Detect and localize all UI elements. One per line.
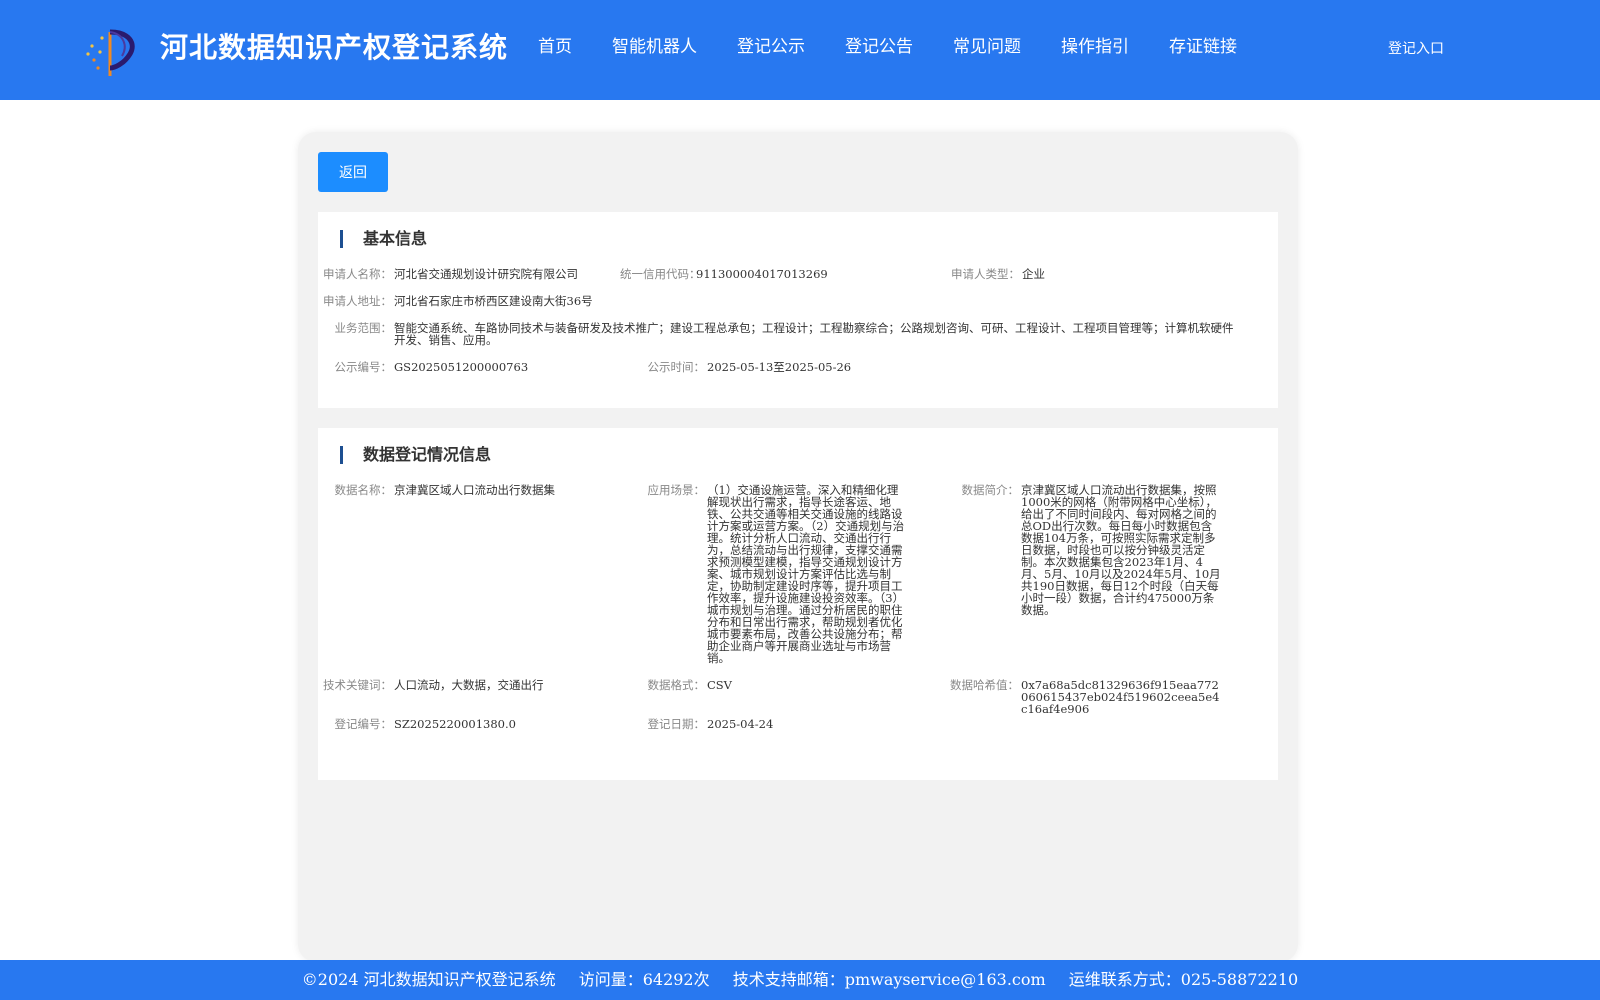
nav-faq[interactable]: 常见问题: [953, 36, 1021, 58]
back-button[interactable]: 返回: [318, 152, 388, 192]
registration-date-value: 2025-04-24: [707, 717, 774, 731]
address-label: 申请人地址：: [323, 294, 392, 308]
top-header: 河北数据知识产权登记系统 首页 智能机器人 登记公示 登记公告 常见问题 操作指…: [0, 0, 1600, 100]
logo-icon: [86, 29, 135, 76]
data-name-label: 数据名称：: [334, 483, 393, 497]
address-value: 河北省石家庄市桥西区建设南大街36号: [394, 294, 593, 308]
scrollbar[interactable]: [1592, 100, 1600, 900]
nav-publicity[interactable]: 登记公示: [737, 36, 805, 58]
footer-email: 技术支持邮箱：pmwayservice@163.com: [732, 970, 1046, 989]
registration-date-label: 登记日期：: [647, 717, 706, 731]
footer-phone: 运维联系方式：025-58872210: [1068, 970, 1299, 989]
publicity-time-value: 2025-05-13至2025-05-26: [707, 360, 852, 374]
data-format-label: 数据格式：: [647, 678, 706, 692]
nav-announcement[interactable]: 登记公告: [845, 36, 913, 58]
data-name-value: 京津冀区域人口流动出行数据集: [394, 483, 555, 497]
business-scope-value: 智能交通系统、车路协同技术与装备研发及技术推广；建设工程总承包；工程设计；工程勘…: [394, 321, 1234, 347]
publicity-no-value: GS2025051200000763: [394, 360, 529, 374]
registration-no-value: SZ2025220001380.0: [394, 717, 516, 731]
nav-guide[interactable]: 操作指引: [1061, 36, 1129, 58]
login-link[interactable]: 登记入口: [1388, 38, 1444, 58]
nav-home[interactable]: 首页: [538, 36, 572, 58]
data-hash-value: 0x7a68a5dc81329636f915eaa772060615437eb0…: [1021, 678, 1220, 716]
data-intro-value: 京津冀区域人口流动出行数据集，按照1000米的网格（附带网格中心坐标），给出了不…: [1021, 483, 1221, 617]
publicity-no-label: 公示编号：: [334, 360, 393, 374]
footer-visits: 访问量：64292次: [578, 970, 710, 989]
scenario-label: 应用场景：: [647, 483, 706, 497]
registration-info-title: 数据登记情况信息: [340, 446, 491, 464]
applicant-name-label: 申请人名称：: [323, 267, 392, 281]
data-hash-label: 数据哈希值：: [950, 678, 1019, 692]
credit-code-value: 91130000401701326​9: [696, 267, 828, 281]
registration-info-panel: 数据登记情况信息 数据名称： 京津冀区域人口流动出行数据集 应用场景： （1）交…: [318, 428, 1278, 780]
scenario-value: （1）交通设施运营。深入和精细化理解现状出行需求，指导长途客运、地铁、公共交通等…: [707, 483, 905, 665]
footer-copyright: ©2024 河北数据知识产权登记系统: [301, 970, 556, 989]
applicant-type-label: 申请人类型：: [951, 267, 1020, 281]
nav-robot[interactable]: 智能机器人: [612, 36, 697, 58]
keywords-value: 人口流动，大数据，交通出行: [394, 678, 544, 692]
publicity-time-label: 公示时间：: [647, 360, 706, 374]
site-title: 河北数据知识产权登记系统: [160, 31, 509, 64]
applicant-type-value: 企业: [1022, 267, 1045, 281]
data-intro-label: 数据简介：: [961, 483, 1020, 497]
applicant-name-value: 河北省交通规划设计研究院有限公司: [394, 267, 578, 281]
business-scope-label: 业务范围：: [334, 321, 393, 335]
credit-code-label: 统一信用代码：: [620, 267, 701, 281]
data-format-value: CSV: [707, 678, 732, 692]
detail-card: 返回 基本信息 申请人名称： 河北省交通规划设计研究院有限公司 统一信用代码： …: [298, 132, 1298, 962]
keywords-label: 技术关键词：: [323, 678, 392, 692]
basic-info-title: 基本信息: [340, 230, 427, 248]
nav-evidence-link[interactable]: 存证链接: [1169, 36, 1237, 58]
basic-info-panel: 基本信息 申请人名称： 河北省交通规划设计研究院有限公司 统一信用代码： 911…: [318, 212, 1278, 408]
footer: ©2024 河北数据知识产权登记系统 访问量：64292次 技术支持邮箱：pmw…: [0, 960, 1600, 1000]
registration-no-label: 登记编号：: [334, 717, 393, 731]
